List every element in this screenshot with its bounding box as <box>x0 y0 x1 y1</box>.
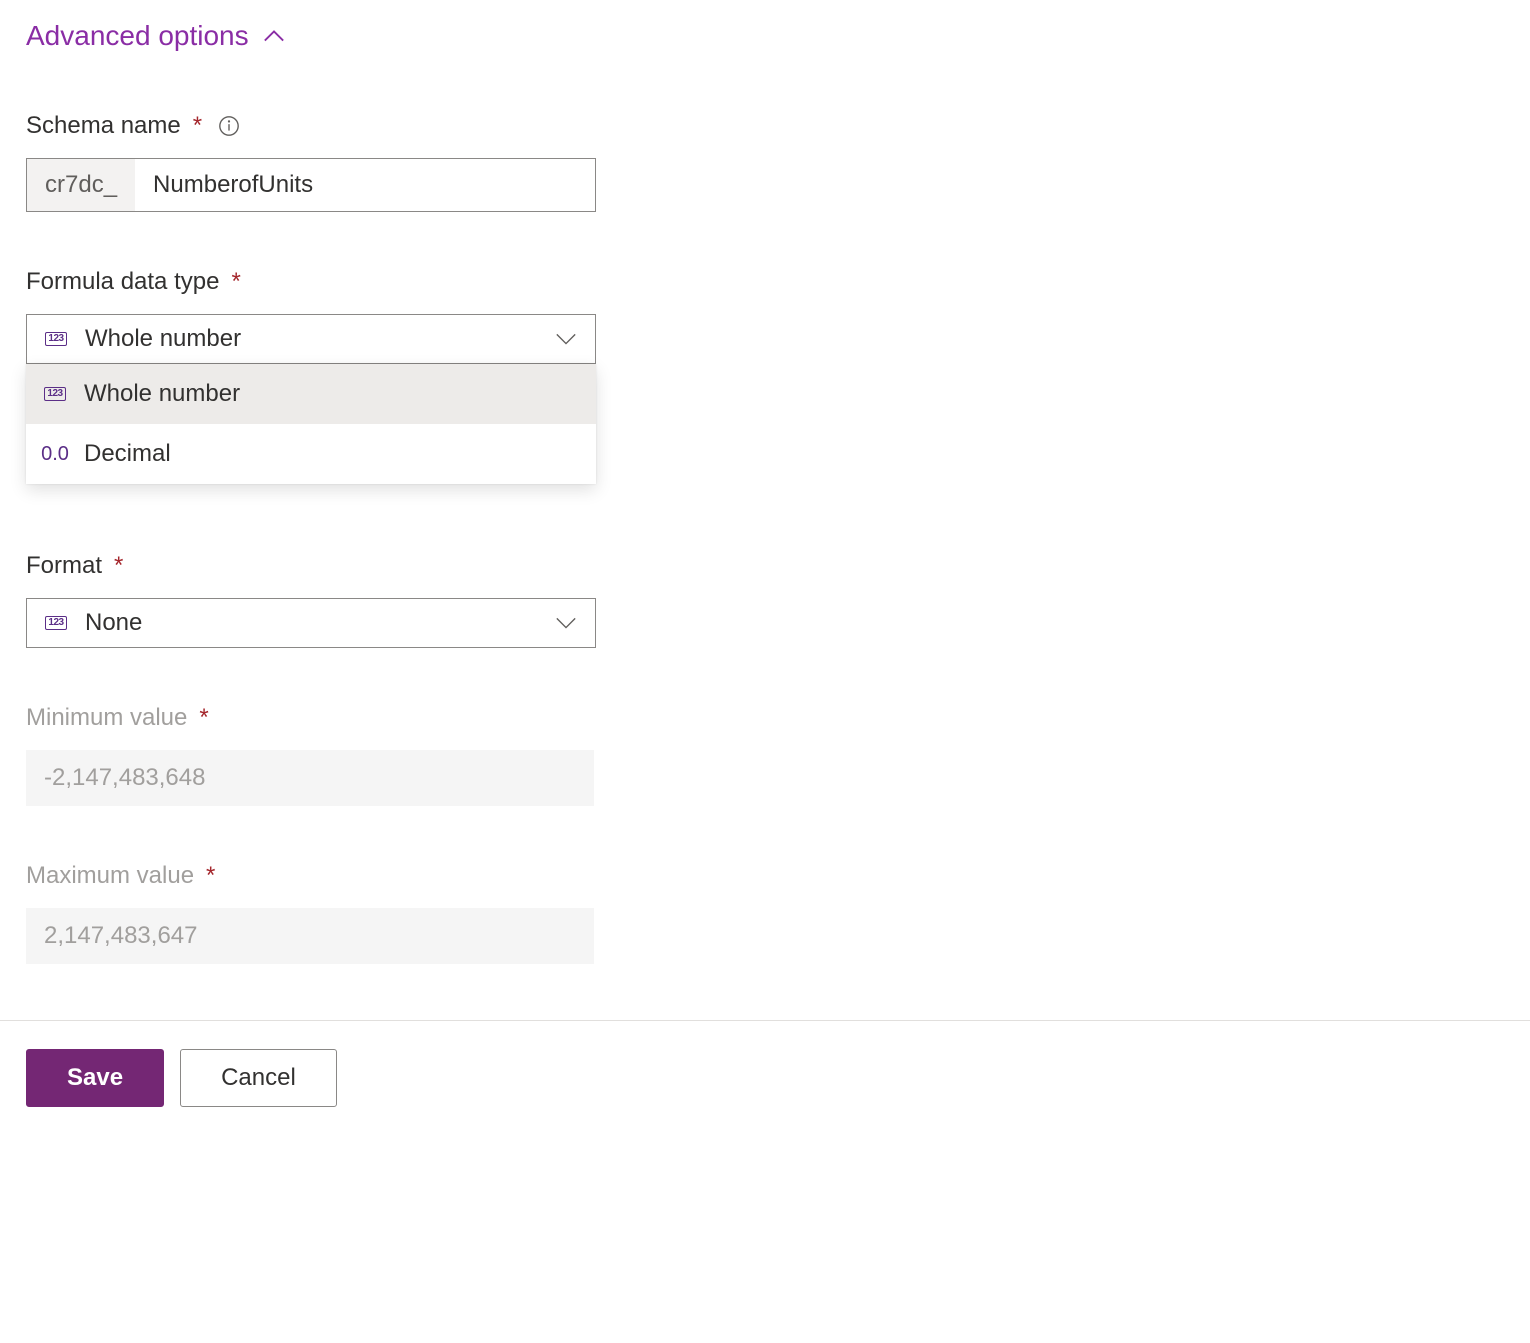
form-scroll-area[interactable]: Advanced options Schema name * cr7dc_ Fo… <box>0 0 1530 1343</box>
whole-number-icon: 123 <box>41 612 71 634</box>
formula-type-group: Formula data type * 123 Whole number 123… <box>26 268 1504 364</box>
required-indicator: * <box>193 112 202 140</box>
format-label-text: Format <box>26 552 102 580</box>
required-indicator: * <box>231 268 240 296</box>
maximum-value-label: Maximum value * <box>26 862 1504 890</box>
schema-name-label: Schema name * <box>26 112 1504 140</box>
minimum-value-label-text: Minimum value <box>26 704 187 732</box>
whole-number-icon: 123 <box>41 328 71 350</box>
maximum-value-input <box>26 908 594 964</box>
footer-actions: Save Cancel <box>26 1021 1504 1139</box>
option-whole-number[interactable]: 123 Whole number <box>26 364 596 424</box>
formula-type-label: Formula data type * <box>26 268 1504 296</box>
formula-type-label-text: Formula data type <box>26 268 219 296</box>
option-decimal[interactable]: 0.0 Decimal <box>26 424 596 484</box>
schema-name-label-text: Schema name <box>26 112 181 140</box>
decimal-icon: 0.0 <box>40 443 70 465</box>
schema-name-group: Schema name * cr7dc_ <box>26 112 1504 212</box>
schema-name-input[interactable] <box>135 159 595 211</box>
option-label: Whole number <box>84 380 240 408</box>
format-label: Format * <box>26 552 1504 580</box>
whole-number-icon: 123 <box>40 383 70 405</box>
save-button[interactable]: Save <box>26 1049 164 1107</box>
minimum-value-group: Minimum value * <box>26 704 1504 806</box>
formula-type-select[interactable]: 123 Whole number <box>26 314 596 364</box>
format-selected: None <box>85 609 142 637</box>
schema-name-input-row: cr7dc_ <box>26 158 596 212</box>
maximum-value-label-text: Maximum value <box>26 862 194 890</box>
option-label: Decimal <box>84 440 171 468</box>
required-indicator: * <box>114 552 123 580</box>
chevron-down-icon <box>555 616 577 630</box>
formula-type-selected: Whole number <box>85 325 241 353</box>
schema-prefix: cr7dc_ <box>27 159 135 211</box>
formula-type-dropdown: 123 Whole number 0.0 Decimal <box>26 364 596 484</box>
cancel-button[interactable]: Cancel <box>180 1049 337 1107</box>
required-indicator: * <box>206 862 215 890</box>
minimum-value-input <box>26 750 594 806</box>
required-indicator: * <box>199 704 208 732</box>
minimum-value-label: Minimum value * <box>26 704 1504 732</box>
advanced-options-label: Advanced options <box>26 20 249 52</box>
info-icon[interactable] <box>218 115 240 137</box>
maximum-value-group: Maximum value * <box>26 862 1504 964</box>
chevron-up-icon <box>263 29 285 43</box>
chevron-down-icon <box>555 332 577 346</box>
format-select[interactable]: 123 None <box>26 598 596 648</box>
advanced-options-toggle[interactable]: Advanced options <box>26 20 285 52</box>
